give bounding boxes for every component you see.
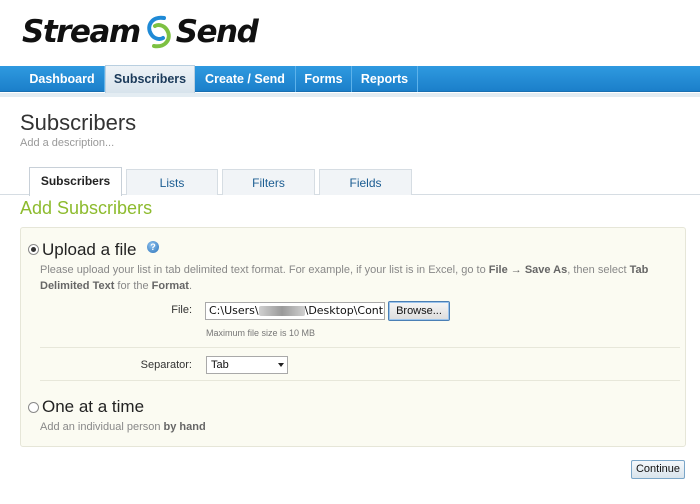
upload-file-label[interactable]: Upload a file — [42, 240, 137, 260]
tab-fields[interactable]: Fields — [319, 169, 412, 195]
section-title: Add Subscribers — [20, 198, 153, 218]
nav-subbar — [0, 93, 700, 97]
tab-subscribers[interactable]: Subscribers — [29, 167, 122, 196]
upload-file-radio[interactable] — [28, 244, 39, 255]
browse-button[interactable]: Browse... — [388, 301, 450, 321]
file-label: File: — [171, 304, 192, 316]
one-at-a-time-description: Add an individual person by hand — [40, 421, 206, 433]
logo-swoosh-icon — [146, 15, 171, 49]
redacted-username — [258, 306, 305, 316]
header: Stream Send — [0, 0, 700, 66]
nav-dashboard[interactable]: Dashboard — [20, 66, 105, 92]
logo-text-stream: Stream — [22, 14, 141, 50]
separator-label: Separator: — [140, 359, 192, 371]
subscriber-tabs: Subscribers Lists Filters Fields — [0, 167, 700, 196]
divider — [40, 347, 680, 348]
help-icon[interactable]: ? — [147, 241, 159, 253]
upload-description: Please upload your list in tab delimited… — [40, 264, 649, 292]
main-nav: Dashboard Subscribers Create / Send Form… — [0, 65, 700, 93]
continue-button[interactable]: Continue — [631, 460, 685, 479]
divider — [40, 380, 680, 381]
nav-reports[interactable]: Reports — [352, 66, 418, 92]
nav-forms[interactable]: Forms — [296, 66, 352, 92]
nav-create-send[interactable]: Create / Send — [195, 66, 296, 92]
chevron-down-icon — [278, 363, 284, 367]
nav-subscribers[interactable]: Subscribers — [105, 65, 195, 93]
page-title: Subscribers — [20, 110, 137, 135]
tab-lists[interactable]: Lists — [126, 169, 218, 195]
one-at-a-time-radio[interactable] — [28, 402, 39, 413]
tab-filters[interactable]: Filters — [222, 169, 315, 195]
one-at-a-time-label[interactable]: One at a time — [42, 397, 144, 417]
streamsend-logo[interactable]: Stream Send — [22, 14, 259, 50]
file-path-input[interactable]: C:\Users\\Desktop\Contac — [205, 302, 385, 320]
separator-select[interactable]: Tab — [206, 356, 288, 374]
logo-text-send: Send — [175, 14, 259, 50]
file-size-hint: Maximum file size is 10 MB — [206, 328, 316, 338]
page-description[interactable]: Add a description... — [20, 137, 114, 149]
